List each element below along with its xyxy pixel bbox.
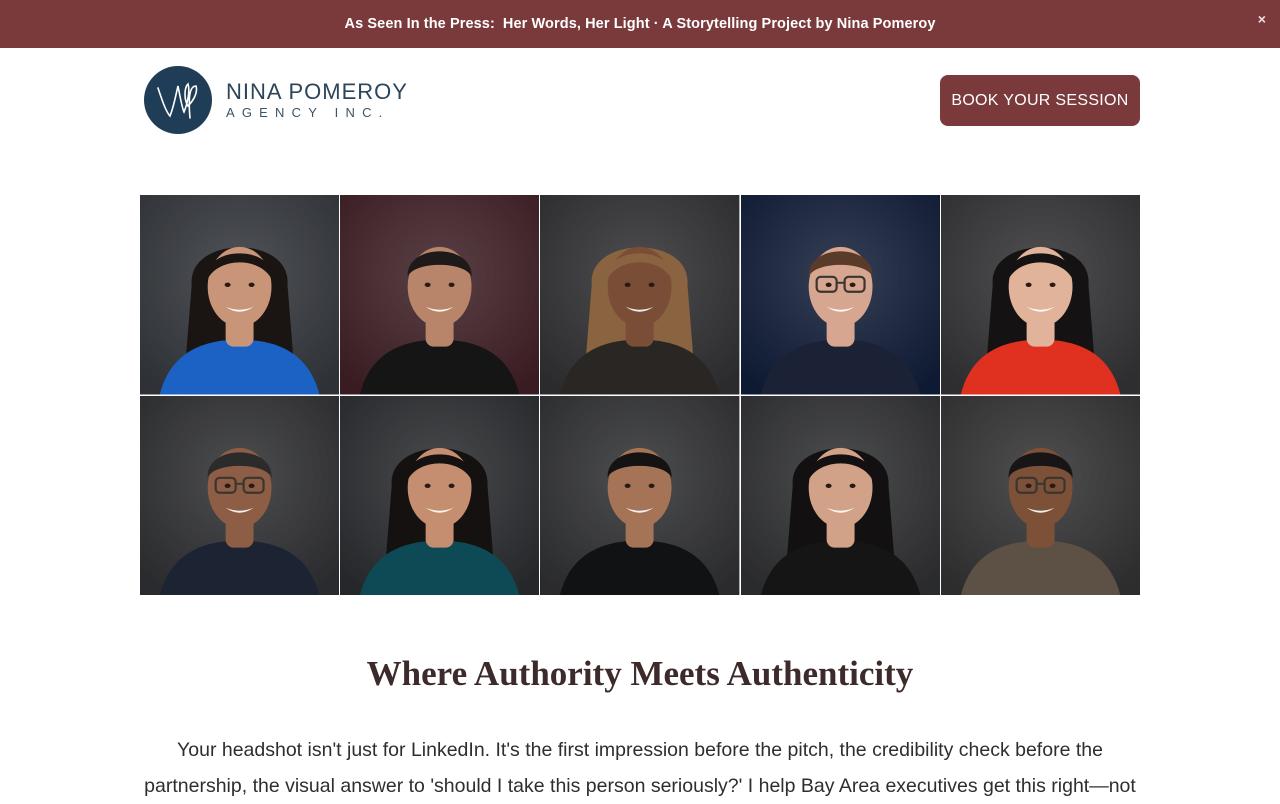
book-session-button[interactable]: BOOK YOUR SESSION — [940, 75, 1140, 126]
intro-paragraph: Your headshot isn't just for LinkedIn. I… — [144, 739, 1136, 797]
portrait-woman-teal-top — [340, 395, 540, 595]
page-title: Where Authority Meets Authenticity — [366, 654, 914, 693]
announcement-bar: As Seen In the Press: Her Words, Her Lig… — [0, 0, 1280, 48]
portrait-grid — [140, 195, 1140, 595]
announcement-prefix: As Seen In the Press: — [344, 16, 495, 32]
portrait-man-black-shirt — [340, 195, 540, 395]
portrait-man-glasses-navy-suit — [140, 395, 340, 595]
portrait-woman-blue-top — [140, 195, 340, 395]
portrait-man-glasses-tan-suit — [940, 395, 1140, 595]
portrait-woman-curly-hair — [540, 195, 740, 395]
announcement-link[interactable]: Her Words, Her Light · A Storytelling Pr… — [503, 16, 936, 32]
portrait-woman-black-top — [740, 395, 940, 595]
logo-subtitle: AGENCY INC. — [226, 104, 390, 120]
portrait-man-glasses-blazer — [740, 195, 940, 395]
logo-name: NINA POMEROY — [226, 78, 408, 104]
close-icon[interactable]: × — [1258, 11, 1266, 27]
portrait-woman-red-top — [940, 195, 1140, 395]
logo-monogram-icon — [144, 66, 212, 134]
logo[interactable]: NINA POMEROY AGENCY INC. — [144, 66, 408, 134]
portrait-man-mustache — [540, 395, 740, 595]
site-header: NINA POMEROY AGENCY INC. BOOK YOUR SESSI… — [0, 48, 1280, 158]
